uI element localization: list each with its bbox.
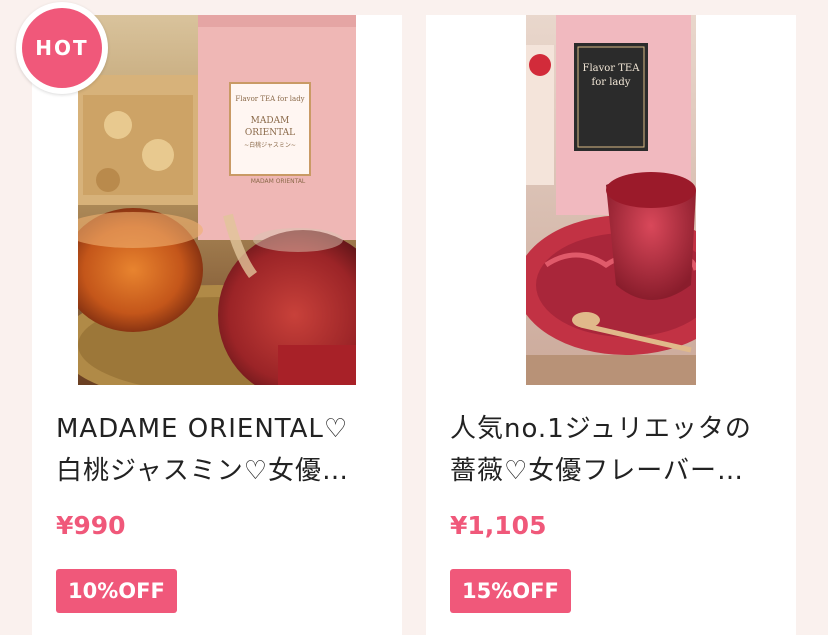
hot-badge: HOT bbox=[16, 2, 108, 94]
pack-label-line-2: for lady bbox=[592, 77, 631, 88]
product-image[interactable]: Flavor TEA for lady MADAM ORIENTAL ~白桃ジャ… bbox=[78, 15, 356, 385]
product-photo-tea-pack: Flavor TEA for lady MADAM ORIENTAL ~白桃ジャ… bbox=[78, 15, 356, 385]
product-price: ¥1,105 bbox=[450, 511, 547, 540]
product-card-julietta-rose[interactable]: Flavor TEA for lady 人気no.1ジュリエッタの 薔薇♡女優フ… bbox=[426, 15, 796, 635]
product-image[interactable]: Flavor TEA for lady bbox=[526, 15, 696, 385]
product-title-line-2: 薔薇♡女優フレーバー… bbox=[450, 456, 745, 486]
discount-badge: 15%OFF bbox=[450, 569, 571, 613]
discount-badge: 10%OFF bbox=[56, 569, 177, 613]
product-title-line-1: MADAME ORIENTAL♡ bbox=[56, 414, 349, 444]
pack-label-line-4: ~白桃ジャスミン~ bbox=[244, 141, 296, 149]
pack-label-line-5: MADAM ORIENTAL bbox=[251, 178, 306, 185]
pack-label-line-3: ORIENTAL bbox=[245, 128, 295, 138]
pack-label-line-1: Flavor TEA for lady bbox=[235, 95, 304, 103]
hot-badge-label: HOT bbox=[22, 8, 102, 88]
product-price: ¥990 bbox=[56, 511, 126, 540]
product-title[interactable]: 人気no.1ジュリエッタの 薔薇♡女優フレーバー… bbox=[450, 408, 775, 492]
product-title-line-1: 人気no.1ジュリエッタの bbox=[450, 414, 752, 444]
product-photo-tea-pack: Flavor TEA for lady bbox=[526, 15, 696, 385]
pack-label-line-1: Flavor TEA bbox=[583, 63, 641, 74]
product-title[interactable]: MADAME ORIENTAL♡ 白桃ジャスミン♡女優… bbox=[56, 408, 381, 492]
product-card-madame-oriental[interactable]: Flavor TEA for lady MADAM ORIENTAL ~白桃ジャ… bbox=[32, 15, 402, 635]
product-title-line-2: 白桃ジャスミン♡女優… bbox=[56, 456, 350, 486]
pack-label-line-2: MADAM bbox=[251, 116, 290, 126]
